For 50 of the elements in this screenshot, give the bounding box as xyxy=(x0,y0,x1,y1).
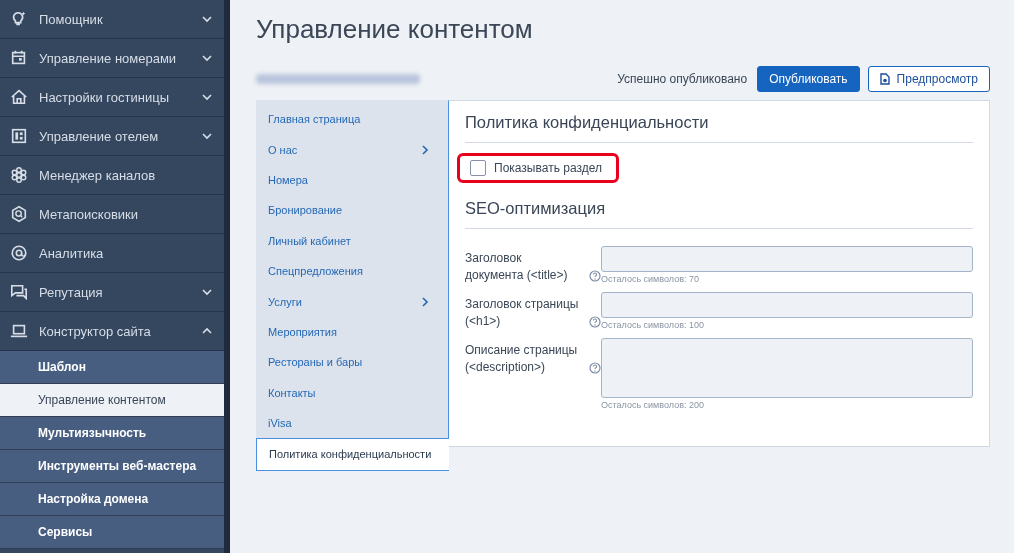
field-label: Заголовок страницы (<h1>) xyxy=(465,296,580,330)
document-icon xyxy=(879,73,890,85)
field-label: Заголовок документа (<title>) xyxy=(465,250,569,284)
checkbox[interactable] xyxy=(470,160,486,176)
content-nav-item[interactable]: Личный кабинет xyxy=(256,225,448,256)
content-nav-item[interactable]: Рестораны и бары xyxy=(256,347,448,378)
content-nav-item[interactable]: О нас xyxy=(256,134,448,165)
help-icon[interactable] xyxy=(589,316,601,328)
content-nav-item[interactable]: Услуги xyxy=(256,286,448,317)
character-counter: Осталось символов: 200 xyxy=(601,400,705,410)
character-counter: Осталось символов: 100 xyxy=(601,320,705,330)
menu-item-icon xyxy=(10,283,28,301)
sidebar-item[interactable]: Репутация xyxy=(0,273,224,312)
menu-item-icon xyxy=(10,166,28,184)
menu-item-icon xyxy=(10,88,28,106)
submenu-item[interactable]: Мультиязычность xyxy=(0,417,224,450)
help-icon[interactable] xyxy=(589,270,601,282)
menu-item-icon xyxy=(10,205,28,223)
content-nav-item[interactable]: iVisa xyxy=(256,407,448,439)
menu-item-icon xyxy=(10,49,28,67)
section-title: SEO-оптимизация xyxy=(465,199,973,229)
field-label: Описание страницы (<description>) xyxy=(465,342,579,376)
submenu-item[interactable]: Сервисы xyxy=(0,516,224,549)
content-nav-item[interactable]: Мероприятия xyxy=(256,316,448,348)
submenu-item[interactable]: Шаблон xyxy=(0,351,224,384)
content-nav-item[interactable]: Бронирование xyxy=(256,195,448,226)
menu-item-icon xyxy=(10,127,28,145)
checkbox-label[interactable]: Показывать раздел xyxy=(494,161,602,175)
publish-button[interactable]: Опубликовать xyxy=(757,66,860,92)
page-title: Управление контентом xyxy=(256,14,534,46)
section-title: Политика конфиденциальности xyxy=(465,113,973,143)
sidebar-item[interactable]: Управление отелем xyxy=(0,117,224,156)
text-area[interactable] xyxy=(601,338,973,398)
content-nav-item[interactable]: Номера xyxy=(256,164,448,196)
preview-button[interactable]: Предпросмотр xyxy=(867,66,990,92)
submenu-item[interactable]: Инструменты веб-мастера xyxy=(0,450,224,483)
input-field[interactable] xyxy=(601,246,973,272)
content-nav-item[interactable]: Политика конфиденциальности xyxy=(256,438,449,471)
menu-item-icon xyxy=(10,10,28,28)
submenu-item[interactable]: Управление контентом xyxy=(0,384,224,417)
submenu-item[interactable]: Настройка домена xyxy=(0,483,224,516)
menu-item-icon xyxy=(10,322,28,340)
character-counter: Осталось символов: 70 xyxy=(601,274,700,284)
content-nav-item[interactable]: Контакты xyxy=(256,377,448,408)
input-field[interactable] xyxy=(601,292,973,318)
menu-item-icon xyxy=(10,244,28,262)
content-nav-item[interactable]: Спецпредложения xyxy=(256,255,448,287)
content-nav-item[interactable]: Главная страница xyxy=(256,104,448,135)
help-icon[interactable] xyxy=(589,362,601,374)
status-text: Успешно опубликовано xyxy=(617,72,748,86)
